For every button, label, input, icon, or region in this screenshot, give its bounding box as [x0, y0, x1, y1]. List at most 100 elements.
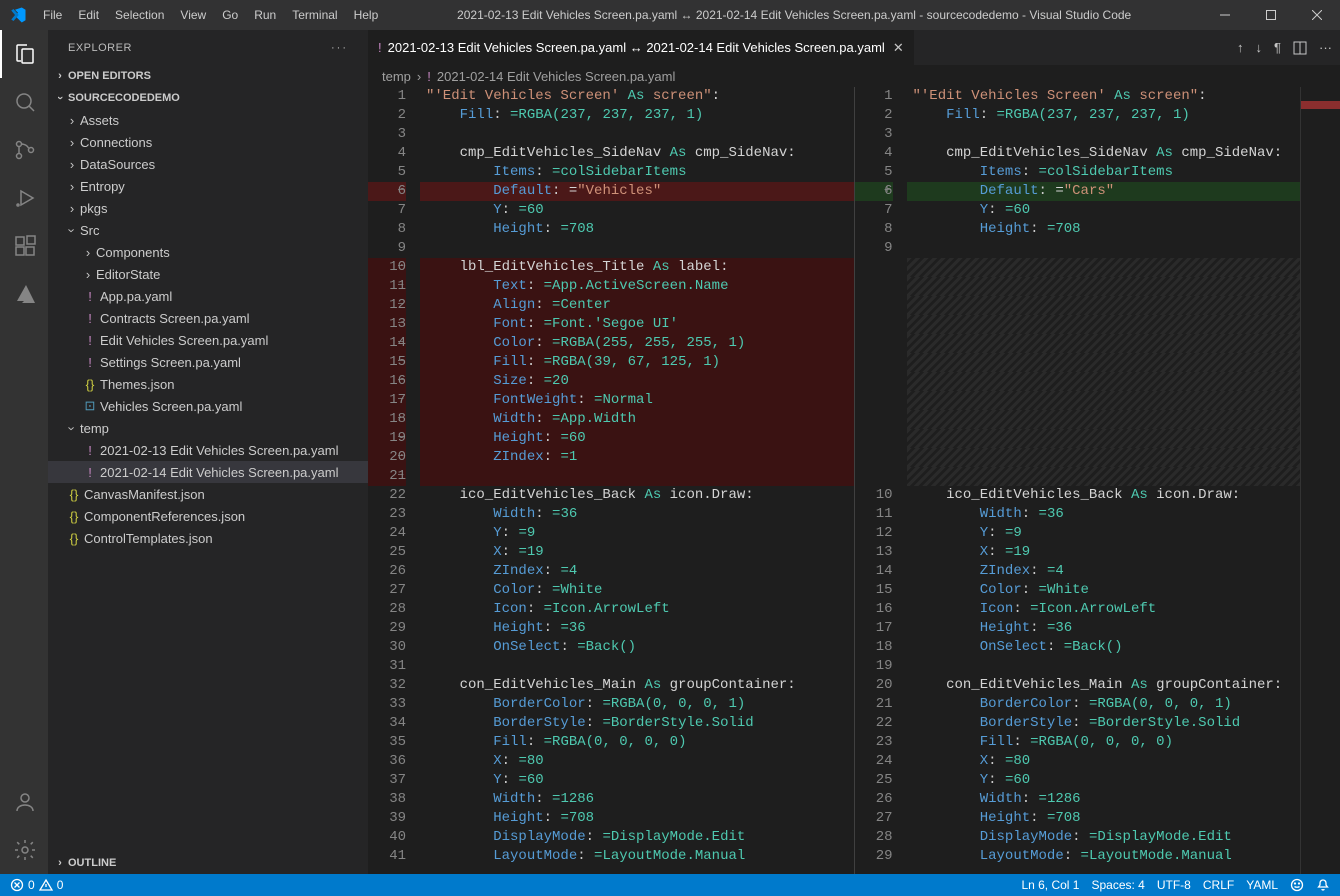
status-eol[interactable]: CRLF: [1203, 878, 1234, 892]
folder-src[interactable]: ›Src: [48, 219, 368, 241]
menu-terminal[interactable]: Terminal: [284, 0, 345, 30]
close-button[interactable]: [1294, 0, 1340, 30]
yaml-icon: !: [80, 443, 100, 458]
folder-editorstate[interactable]: ›EditorState: [48, 263, 368, 285]
activity-settings[interactable]: [0, 826, 48, 874]
diff-left-pane[interactable]: 123456−78910−11−12−13−14−15−16−17−18−19−…: [368, 87, 855, 874]
yaml-icon: !: [80, 465, 100, 480]
yaml-icon: !: [80, 289, 100, 304]
activity-source-control[interactable]: [0, 126, 48, 174]
code-left[interactable]: "'Edit Vehicles Screen' As screen": Fill…: [420, 87, 854, 874]
tree-item-label: EditorState: [96, 267, 160, 282]
chevron-down-icon: ›: [65, 420, 80, 436]
file-themes.json[interactable]: {}Themes.json: [48, 373, 368, 395]
status-cursor[interactable]: Ln 6, Col 1: [1021, 878, 1079, 892]
file-2021-02-14-edit-vehicles-screen.pa.yaml[interactable]: !2021-02-14 Edit Vehicles Screen.pa.yaml: [48, 461, 368, 483]
tree-item-label: Vehicles Screen.pa.yaml: [100, 399, 242, 414]
status-feedback-icon[interactable]: [1290, 878, 1304, 892]
activity-bar: [0, 30, 48, 874]
section-open-editors[interactable]: › OPEN EDITORS: [48, 65, 368, 87]
tree-item-label: Themes.json: [100, 377, 174, 392]
folder-temp[interactable]: ›temp: [48, 417, 368, 439]
diff-editor[interactable]: 123456−78910−11−12−13−14−15−16−17−18−19−…: [368, 87, 1340, 874]
breadcrumb-item[interactable]: temp: [382, 69, 411, 84]
yaml-icon: !: [80, 355, 100, 370]
file-contracts-screen.pa.yaml[interactable]: !Contracts Screen.pa.yaml: [48, 307, 368, 329]
window-controls: [1202, 0, 1340, 30]
tree-item-label: Connections: [80, 135, 152, 150]
menu-help[interactable]: Help: [346, 0, 387, 30]
section-label: OPEN EDITORS: [68, 70, 151, 82]
breadcrumbs[interactable]: temp › ! 2021-02-14 Edit Vehicles Screen…: [368, 65, 1340, 87]
menu-edit[interactable]: Edit: [70, 0, 107, 30]
activity-explorer[interactable]: [0, 30, 48, 78]
explorer-sidebar: EXPLORER ··· › OPEN EDITORS › SOURCECODE…: [48, 30, 368, 874]
section-outline[interactable]: › OUTLINE: [48, 852, 368, 874]
menu-file[interactable]: File: [35, 0, 70, 30]
activity-extensions[interactable]: [0, 222, 48, 270]
more-actions-icon[interactable]: ···: [1319, 40, 1332, 55]
activity-account[interactable]: [0, 778, 48, 826]
editor-tab[interactable]: ! 2021-02-13 Edit Vehicles Screen.pa.yam…: [368, 30, 915, 65]
line-gutter: 123456+789101112131415161718192021222324…: [855, 87, 907, 874]
minimize-button[interactable]: [1202, 0, 1248, 30]
folder-pkgs[interactable]: ›pkgs: [48, 197, 368, 219]
yaml-icon: !: [80, 311, 100, 326]
previous-change-icon[interactable]: ↑: [1237, 40, 1244, 55]
menu-go[interactable]: Go: [214, 0, 246, 30]
section-workspace[interactable]: › SOURCECODEDEMO: [48, 87, 368, 109]
activity-azure[interactable]: [0, 270, 48, 318]
activity-search[interactable]: [0, 78, 48, 126]
menu-view[interactable]: View: [172, 0, 214, 30]
code-right[interactable]: "'Edit Vehicles Screen' As screen": Fill…: [907, 87, 1301, 874]
menu-run[interactable]: Run: [246, 0, 284, 30]
tree-item-label: temp: [80, 421, 109, 436]
status-spaces[interactable]: Spaces: 4: [1091, 878, 1144, 892]
file-edit-vehicles-screen.pa.yaml[interactable]: !Edit Vehicles Screen.pa.yaml: [48, 329, 368, 351]
minimap[interactable]: [1300, 87, 1340, 874]
folder-connections[interactable]: ›Connections: [48, 131, 368, 153]
file-controltemplates.json[interactable]: {}ControlTemplates.json: [48, 527, 368, 549]
json-icon: {}: [64, 487, 84, 502]
status-encoding[interactable]: UTF-8: [1157, 878, 1191, 892]
breadcrumb-item[interactable]: 2021-02-14 Edit Vehicles Screen.pa.yaml: [437, 69, 675, 84]
tree-item-label: Contracts Screen.pa.yaml: [100, 311, 250, 326]
activity-run-debug[interactable]: [0, 174, 48, 222]
yaml-icon: !: [80, 333, 100, 348]
status-notifications-icon[interactable]: [1316, 878, 1330, 892]
toggle-whitespace-icon[interactable]: ¶: [1274, 40, 1281, 55]
diff-right-pane[interactable]: 123456+789101112131415161718192021222324…: [855, 87, 1340, 874]
tree-item-label: Entropy: [80, 179, 125, 194]
close-icon[interactable]: ✕: [893, 40, 904, 56]
tree-item-label: pkgs: [80, 201, 107, 216]
folder-datasources[interactable]: ›DataSources: [48, 153, 368, 175]
status-bar: 0 0 Ln 6, Col 1 Spaces: 4 UTF-8 CRLF YAM…: [0, 874, 1340, 896]
tree-item-label: Src: [80, 223, 100, 238]
sidebar-more-icon[interactable]: ···: [331, 42, 348, 54]
chevron-down-icon: ›: [54, 90, 66, 106]
chevron-right-icon: ›: [64, 157, 80, 172]
file-componentreferences.json[interactable]: {}ComponentReferences.json: [48, 505, 368, 527]
file-vehicles-screen.pa.yaml[interactable]: ⊡Vehicles Screen.pa.yaml: [48, 395, 368, 417]
tree-item-label: Edit Vehicles Screen.pa.yaml: [100, 333, 268, 348]
next-change-icon[interactable]: ↓: [1256, 40, 1263, 55]
status-language[interactable]: YAML: [1246, 878, 1278, 892]
file-settings-screen.pa.yaml[interactable]: !Settings Screen.pa.yaml: [48, 351, 368, 373]
window-title: 2021-02-13 Edit Vehicles Screen.pa.yaml …: [386, 8, 1202, 22]
file-2021-02-13-edit-vehicles-screen.pa.yaml[interactable]: !2021-02-13 Edit Vehicles Screen.pa.yaml: [48, 439, 368, 461]
file-canvasmanifest.json[interactable]: {}CanvasManifest.json: [48, 483, 368, 505]
tree-item-label: Settings Screen.pa.yaml: [100, 355, 241, 370]
folder-components[interactable]: ›Components: [48, 241, 368, 263]
folder-assets[interactable]: ›Assets: [48, 109, 368, 131]
section-label: SOURCECODEDEMO: [68, 92, 180, 104]
menu-selection[interactable]: Selection: [107, 0, 172, 30]
tabs-row: ! 2021-02-13 Edit Vehicles Screen.pa.yam…: [368, 30, 1340, 65]
split-editor-icon[interactable]: [1293, 41, 1307, 55]
maximize-button[interactable]: [1248, 0, 1294, 30]
tab-label: 2021-02-13 Edit Vehicles Screen.pa.yaml …: [388, 40, 885, 55]
folder-entropy[interactable]: ›Entropy: [48, 175, 368, 197]
file-app.pa.yaml[interactable]: !App.pa.yaml: [48, 285, 368, 307]
status-errors[interactable]: 0 0: [10, 878, 63, 892]
yaml-icon: !: [378, 40, 382, 55]
menu-bar: FileEditSelectionViewGoRunTerminalHelp: [35, 0, 386, 30]
